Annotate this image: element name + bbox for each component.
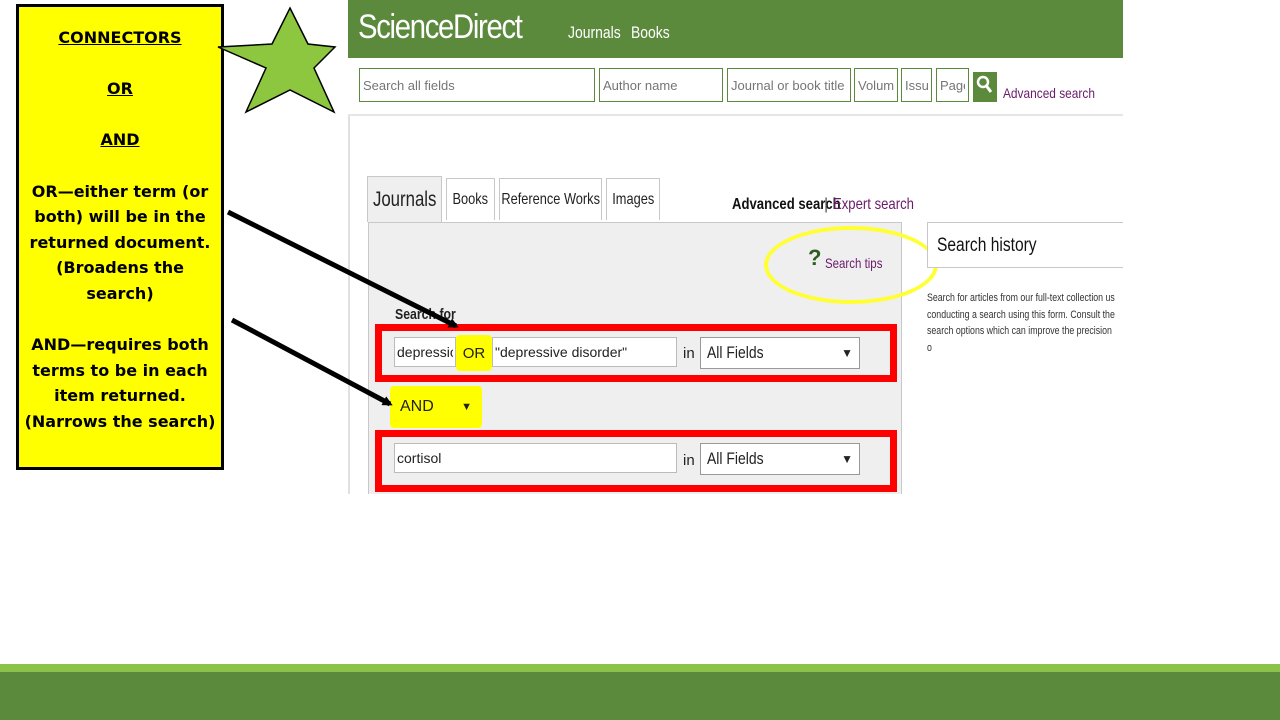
search-history-description: Search for articles from our full-text c…: [927, 292, 1115, 354]
page-input[interactable]: [936, 68, 969, 102]
tab-images[interactable]: Images: [606, 178, 660, 220]
or-connector[interactable]: OR: [456, 335, 492, 371]
in-label: in: [683, 452, 695, 469]
callout-heading: CONNECTORS: [58, 28, 182, 47]
tab-journals[interactable]: Journals: [367, 176, 442, 222]
callout-or-desc-line: OR—either term (or: [31, 181, 209, 201]
header-bar: ScienceDirect Journals Books: [348, 0, 1123, 58]
dropdown-arrow-icon: ▼: [841, 346, 853, 360]
expert-search-link[interactable]: Expert search: [833, 196, 914, 214]
callout-and-label: AND: [100, 130, 140, 150]
callout-or-desc-line: search): [86, 283, 154, 303]
callout-or-label: OR: [107, 79, 133, 99]
footer-bar: [0, 672, 1280, 720]
and-connector-value: AND: [400, 398, 434, 415]
search-tips-highlight: [764, 226, 938, 304]
mode-separator: |: [824, 196, 829, 213]
callout-or-desc-line: both) will be in the: [34, 207, 206, 227]
tab-reference-works[interactable]: Reference Works: [499, 178, 602, 220]
page-edge: [348, 116, 350, 494]
star-icon: [217, 6, 337, 114]
callout-and-desc-line: (Narrows the search): [24, 411, 216, 431]
sciencedirect-logo[interactable]: ScienceDirect: [358, 8, 523, 47]
nav-books[interactable]: Books: [631, 23, 670, 43]
nav-journals[interactable]: Journals: [568, 23, 621, 43]
tab-books[interactable]: Books: [446, 178, 495, 220]
field-select-2-value: All Fields: [707, 449, 764, 468]
callout-or-desc-line: (Broadens the: [56, 258, 184, 278]
and-connector-select[interactable]: AND ▼: [390, 386, 482, 428]
callout-and-desc-line: terms to be in each: [32, 360, 208, 380]
field-select-2[interactable]: All Fields ▼: [700, 443, 860, 475]
dropdown-arrow-icon: ▼: [841, 452, 853, 466]
all-fields-input[interactable]: [359, 68, 595, 102]
volume-input[interactable]: [854, 68, 898, 102]
callout-and-desc-line: AND—requires both: [31, 335, 209, 355]
search-icon: [976, 75, 993, 93]
term1-input[interactable]: [394, 337, 456, 367]
issue-input[interactable]: [901, 68, 932, 102]
journal-title-input[interactable]: [727, 68, 851, 102]
dropdown-arrow-icon: ▼: [461, 401, 472, 413]
term3-input[interactable]: [394, 443, 677, 473]
quick-search-button[interactable]: [973, 72, 997, 102]
callout-and-desc-line: item returned.: [54, 386, 186, 406]
term2-input[interactable]: [492, 337, 677, 367]
field-select-1[interactable]: All Fields ▼: [700, 337, 860, 369]
advanced-search-link[interactable]: Advanced search: [1003, 85, 1095, 101]
author-input[interactable]: [599, 68, 723, 102]
connectors-callout: CONNECTORS OR AND OR—either term (or bot…: [16, 4, 224, 470]
footer-accent-bar: [0, 664, 1280, 672]
field-select-1-value: All Fields: [707, 343, 764, 362]
search-history-title: Search history: [937, 235, 1037, 256]
quick-search-bar: Advanced search: [348, 58, 1123, 116]
search-for-label: Search for: [395, 306, 456, 323]
callout-or-desc-line: returned document.: [29, 232, 211, 252]
sciencedirect-screenshot: ScienceDirect Journals Books Advanced se…: [348, 0, 1123, 494]
in-label: in: [683, 345, 695, 362]
